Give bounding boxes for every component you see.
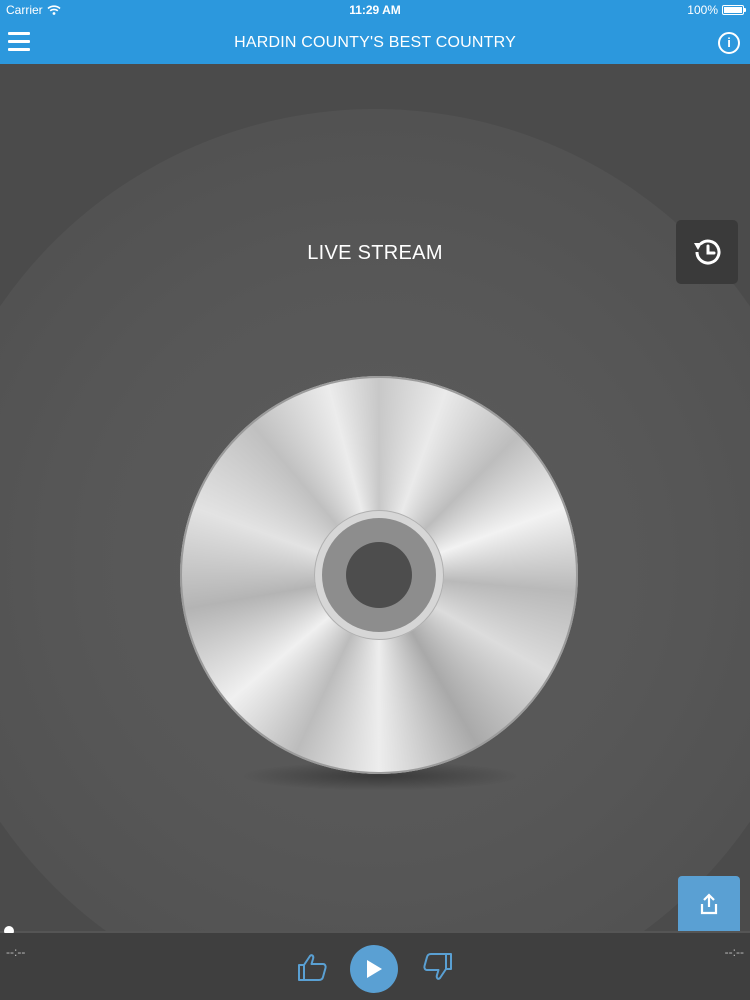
thumbs-up-button[interactable] — [296, 950, 330, 984]
elapsed-time: --:-- — [6, 945, 26, 959]
status-time: 11:29 AM — [349, 3, 401, 17]
share-button[interactable] — [678, 876, 740, 932]
battery-icon — [722, 5, 746, 15]
history-icon — [694, 239, 721, 265]
remaining-time: --:-- — [724, 945, 744, 959]
battery-percent: 100% — [687, 3, 718, 17]
page-title: HARDIN COUNTY'S BEST COUNTRY — [234, 34, 516, 51]
info-icon[interactable]: i — [718, 32, 740, 54]
history-button[interactable] — [676, 220, 738, 284]
status-bar: Carrier 11:29 AM 100% — [0, 0, 750, 20]
thumbs-down-icon — [423, 953, 452, 980]
battery-indicator: 100% — [687, 3, 746, 17]
thumbs-up-icon — [298, 954, 327, 981]
player-bar: --:-- --:-- — [0, 933, 750, 1000]
play-icon — [367, 960, 382, 978]
nav-bar: HARDIN COUNTY'S BEST COUNTRY i — [0, 20, 750, 64]
disc-hole — [346, 542, 412, 608]
player-main: LIVE STREAM — [0, 64, 750, 932]
thumbs-down-button[interactable] — [420, 950, 454, 984]
play-button[interactable] — [350, 945, 398, 993]
cd-artwork — [180, 376, 578, 791]
share-icon — [700, 893, 718, 915]
stream-label: LIVE STREAM — [307, 242, 443, 264]
